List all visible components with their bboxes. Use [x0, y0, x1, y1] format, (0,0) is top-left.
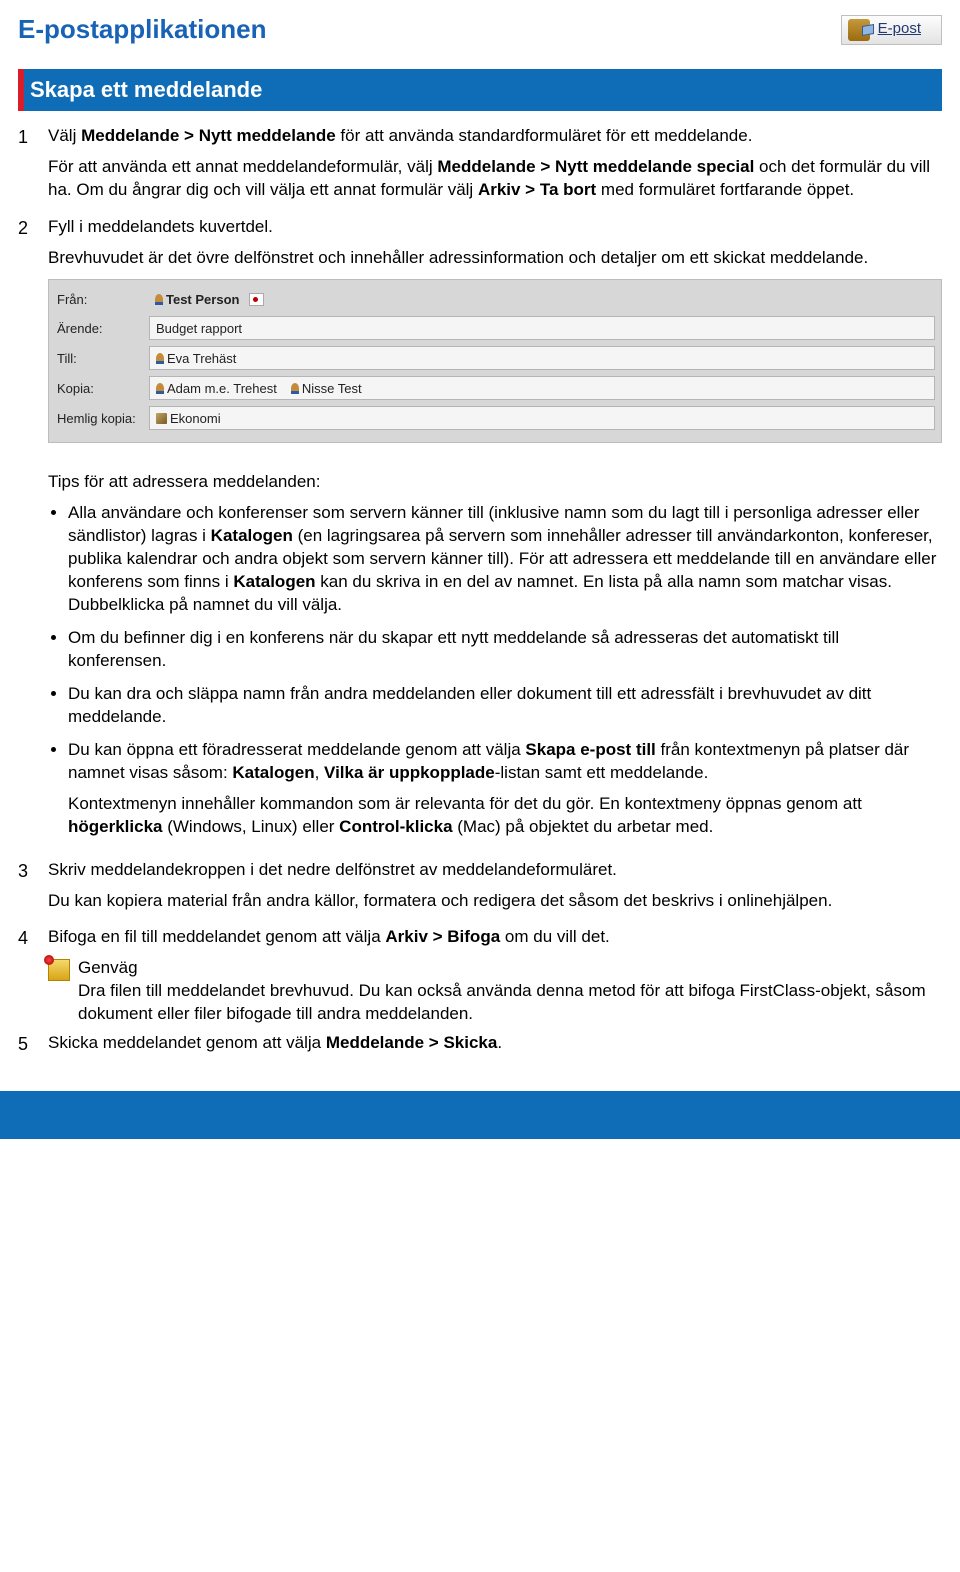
step-3-p1: Skriv meddelandekroppen i det nedre delf…	[48, 859, 942, 882]
to-field[interactable]: Eva Trehäst	[149, 346, 935, 370]
from-value[interactable]: Test Person	[155, 291, 264, 309]
message-header-form: Från: Test Person Ärende: Budget rapport…	[48, 279, 942, 443]
person-icon	[291, 383, 299, 394]
step-2-p2: Brevhuvudet är det övre delfönstret och …	[48, 247, 942, 270]
step-number: 3	[18, 859, 48, 883]
subject-label: Ärende:	[55, 320, 149, 338]
from-label: Från:	[55, 291, 149, 309]
bcc-label: Hemlig kopia:	[55, 410, 149, 428]
person-icon	[156, 353, 164, 364]
list-item: Alla användare och konferenser som serve…	[68, 502, 942, 617]
flag-icon	[249, 293, 264, 306]
book-icon	[156, 413, 167, 424]
step-1-p1: Välj Meddelande > Nytt meddelande för at…	[48, 125, 942, 148]
step-number: 2	[18, 216, 48, 240]
person-icon	[155, 294, 163, 305]
shortcut-body: Dra filen till meddelandet brevhuvud. Du…	[78, 980, 942, 1026]
cc-label: Kopia:	[55, 380, 149, 398]
list-item: Du kan dra och släppa namn från andra me…	[68, 683, 942, 729]
tips-lead: Tips för att adressera meddelanden:	[48, 471, 942, 494]
footer-bar	[0, 1091, 960, 1139]
step-number: 1	[18, 125, 48, 149]
shortcut-title: Genväg	[78, 957, 942, 980]
step-number: 4	[18, 926, 48, 950]
cc-field[interactable]: Adam m.e. Trehest Nisse Test	[149, 376, 935, 400]
bcc-field[interactable]: Ekonomi	[149, 406, 935, 430]
epost-app-label: E-post	[878, 19, 921, 39]
list-item: Du kan öppna ett föradresserat meddeland…	[68, 739, 942, 839]
person-icon	[156, 383, 164, 394]
section-heading: Skapa ett meddelande	[18, 69, 942, 111]
tips-list: Alla användare och konferenser som serve…	[48, 502, 942, 838]
to-label: Till:	[55, 350, 149, 368]
shortcut-icon	[48, 959, 70, 981]
step-number: 5	[18, 1032, 48, 1056]
step-1-p2: För att använda ett annat meddelandeform…	[48, 156, 942, 202]
subject-field[interactable]: Budget rapport	[149, 316, 935, 340]
step-4-p1: Bifoga en fil till meddelandet genom att…	[48, 926, 942, 949]
list-item: Om du befinner dig i en konferens när du…	[68, 627, 942, 673]
step-5-p1: Skicka meddelandet genom att välja Medde…	[48, 1032, 942, 1055]
step-2-p1: Fyll i meddelandets kuvertdel.	[48, 216, 942, 239]
epost-app-button[interactable]: E-post	[841, 15, 942, 45]
epost-icon	[848, 19, 870, 41]
step-3-p2: Du kan kopiera material från andra källo…	[48, 890, 942, 913]
page-title: E-postapplikationen	[18, 12, 266, 47]
